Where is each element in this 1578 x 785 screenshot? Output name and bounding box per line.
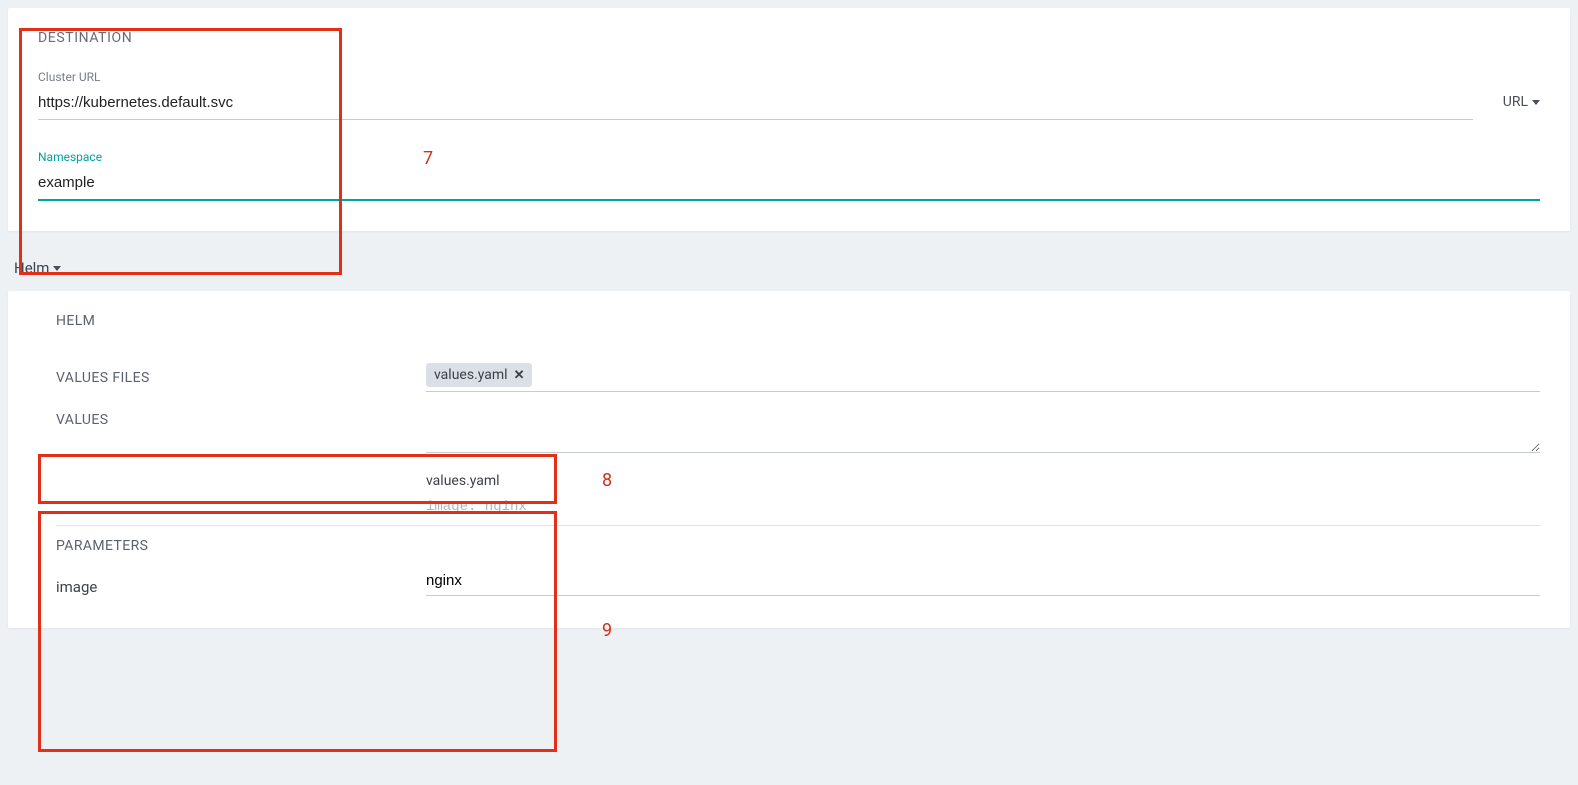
cluster-url-input[interactable] — [38, 92, 1473, 120]
helm-heading: HELM — [56, 313, 1540, 329]
values-preview-filename: values.yaml — [426, 473, 1540, 489]
helm-card: HELM VALUES FILES values.yaml ✕ VALUES v… — [8, 291, 1570, 628]
values-preview-content: image: nginx — [426, 499, 1540, 515]
cluster-url-row: Cluster URL URL — [38, 70, 1540, 120]
source-type-label: Helm — [14, 259, 49, 277]
namespace-input[interactable] — [38, 172, 1540, 201]
values-file-chip-label: values.yaml — [434, 367, 508, 383]
values-files-label: VALUES FILES — [56, 370, 426, 386]
cluster-url-label: Cluster URL — [38, 70, 1473, 84]
parameter-row: image — [56, 572, 1540, 600]
caret-down-icon — [53, 266, 61, 271]
values-files-row: VALUES FILES values.yaml ✕ — [56, 351, 1540, 398]
values-file-chip: values.yaml ✕ — [426, 363, 532, 387]
namespace-row: Namespace — [38, 150, 1540, 201]
parameter-key: image — [56, 578, 426, 596]
close-icon[interactable]: ✕ — [514, 368, 525, 383]
values-preview-row: values.yaml image: nginx — [56, 461, 1540, 526]
values-label: VALUES — [56, 412, 426, 428]
url-type-dropdown[interactable]: URL — [1503, 94, 1540, 120]
caret-down-icon — [1532, 100, 1540, 105]
destination-card: DESTINATION Cluster URL URL Namespace — [8, 8, 1570, 231]
destination-heading: DESTINATION — [38, 30, 1540, 46]
values-files-input-area[interactable]: values.yaml ✕ — [426, 363, 1540, 392]
source-type-dropdown[interactable]: Helm — [14, 259, 1578, 277]
namespace-label: Namespace — [38, 150, 1540, 164]
parameters-label: PARAMETERS — [56, 538, 426, 554]
parameters-heading-row: PARAMETERS — [56, 526, 1540, 572]
url-type-label: URL — [1503, 94, 1528, 110]
values-textarea[interactable] — [426, 412, 1540, 453]
values-row: VALUES — [56, 398, 1540, 461]
parameter-value-input[interactable] — [426, 572, 1540, 596]
